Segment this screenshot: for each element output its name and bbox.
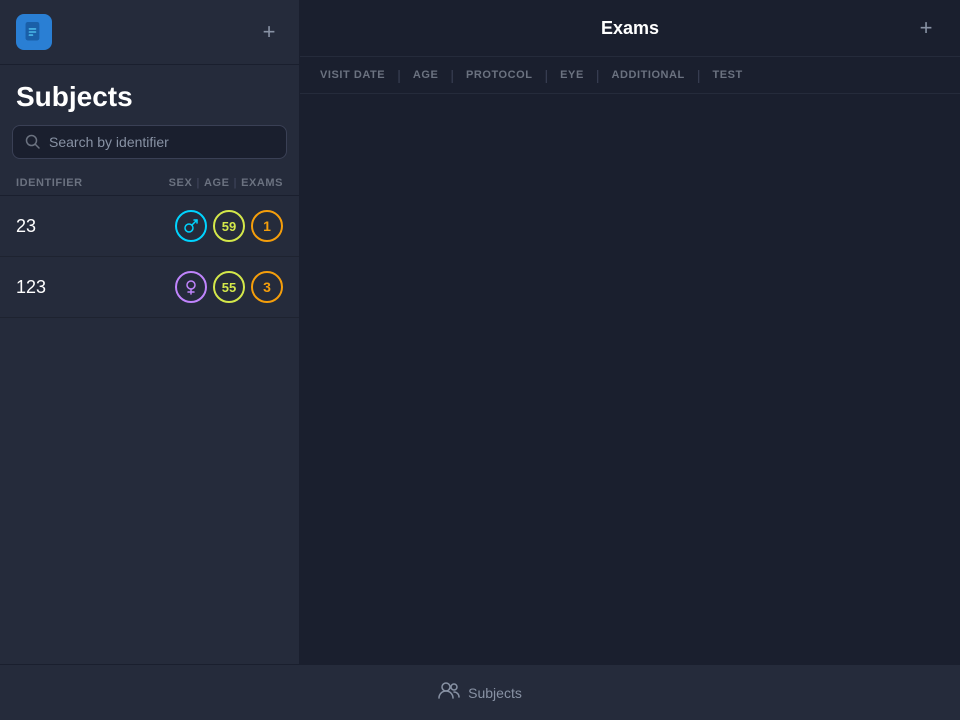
exams-col-additional: ADDITIONAL (599, 69, 696, 81)
table-header: IDENTIFIER SEX | AGE | EXAMS (0, 171, 299, 196)
col-right-headers: SEX | AGE | EXAMS (169, 177, 283, 189)
app-logo (16, 14, 52, 50)
col-sep-2: | (233, 177, 237, 189)
gender-badge (175, 210, 207, 242)
exams-col-visit-date: VISIT DATE (320, 69, 397, 81)
search-wrapper[interactable] (12, 125, 287, 159)
exams-columns: VISIT DATE | AGE | PROTOCOL | EYE | ADDI… (300, 57, 960, 94)
search-icon (25, 134, 41, 150)
sidebar-add-button[interactable]: + (255, 18, 283, 46)
exams-content (300, 94, 960, 664)
col-sex-header: SEX (169, 177, 193, 189)
subject-badges: 55 3 (175, 271, 283, 303)
main-panel: Exams + VISIT DATE | AGE | PROTOCOL | EY… (300, 0, 960, 664)
col-sep-1: | (196, 177, 200, 189)
sidebar-header: + (0, 0, 299, 65)
subject-list: 23 59 1 123 (0, 196, 299, 664)
sidebar-title: Subjects (0, 65, 299, 121)
exams-col-protocol: PROTOCOL (454, 69, 545, 81)
search-input[interactable] (49, 134, 274, 150)
bottom-bar: Subjects (0, 664, 960, 720)
table-row[interactable]: 123 55 3 (0, 257, 299, 318)
exams-badge: 1 (251, 210, 283, 242)
subject-id: 23 (16, 216, 175, 237)
search-container (0, 121, 299, 171)
main-add-button[interactable]: + (912, 14, 940, 42)
exams-col-age: AGE (401, 69, 451, 81)
exams-col-eye: EYE (548, 69, 596, 81)
exams-badge: 3 (251, 271, 283, 303)
gender-badge (175, 271, 207, 303)
bottom-bar-label: Subjects (468, 685, 522, 701)
sidebar: + Subjects IDENTIFIER SEX | AGE | EXAMS (0, 0, 300, 664)
age-badge: 59 (213, 210, 245, 242)
col-identifier-header: IDENTIFIER (16, 177, 169, 189)
main-header: Exams + (300, 0, 960, 57)
subjects-icon (438, 681, 460, 704)
age-badge: 55 (213, 271, 245, 303)
subject-badges: 59 1 (175, 210, 283, 242)
col-exams-header: EXAMS (241, 177, 283, 189)
col-age-header: AGE (204, 177, 230, 189)
main-title: Exams (348, 18, 912, 39)
subject-id: 123 (16, 277, 175, 298)
table-row[interactable]: 23 59 1 (0, 196, 299, 257)
exams-col-test: TEST (700, 69, 754, 81)
